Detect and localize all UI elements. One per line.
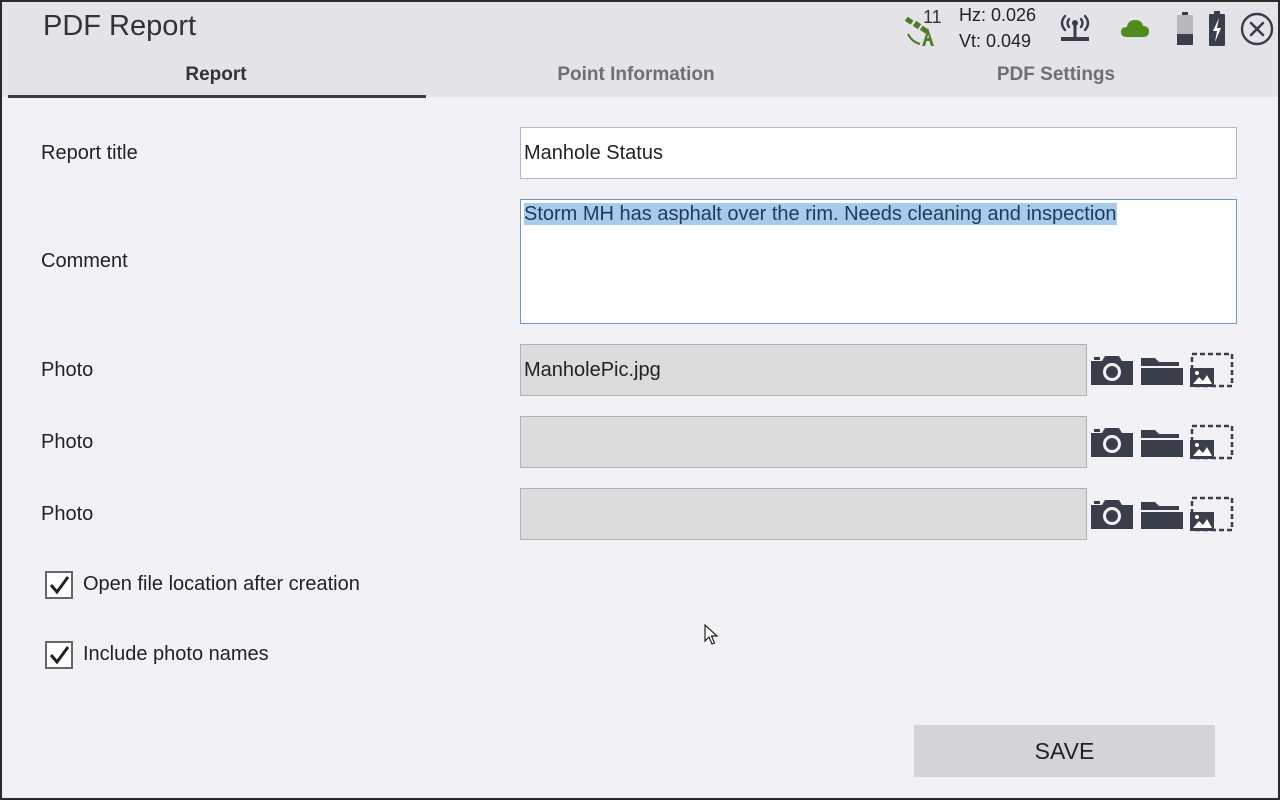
window-frame [0, 0, 1280, 800]
camera-icon[interactable] [1089, 496, 1135, 532]
comment-label: Comment [41, 250, 128, 272]
tab-point-information[interactable]: Point Information [426, 62, 846, 99]
photo-field-1[interactable]: ManholePic.jpg [520, 344, 1087, 396]
checkmark-icon [49, 646, 70, 665]
status-bar: 11 Hz: 0.026 Vt: 0.049 [2, 2, 1278, 62]
open-file-location-checkbox[interactable] [45, 571, 73, 599]
mouse-cursor-icon [704, 624, 719, 645]
checkmark-icon [49, 576, 70, 595]
photo-label-2: Photo [41, 431, 94, 453]
tab-pdf-settings[interactable]: PDF Settings [846, 62, 1266, 99]
photo-label-3: Photo [41, 503, 94, 525]
folder-icon[interactable] [1139, 496, 1185, 532]
satellite-count: 11 [923, 7, 942, 27]
comment-textarea[interactable]: Storm MH has asphalt over the rim. Needs… [520, 199, 1237, 324]
comment-selected-text: Storm MH has asphalt over the rim. Needs… [524, 203, 1117, 225]
radio-icon[interactable] [1056, 12, 1094, 46]
save-button[interactable]: SAVE [914, 725, 1215, 777]
camera-icon[interactable] [1089, 424, 1135, 460]
image-select-icon[interactable] [1189, 352, 1235, 388]
photo-label-1: Photo [41, 359, 94, 381]
vt-precision: Vt: 0.049 [959, 31, 1032, 51]
tab-report[interactable]: Report [6, 62, 426, 99]
folder-icon[interactable] [1139, 424, 1185, 460]
tab-bar: Report Point Information PDF Settings [4, 62, 1280, 99]
close-icon[interactable] [1240, 12, 1274, 46]
report-title-label: Report title [41, 142, 138, 164]
folder-icon[interactable] [1139, 352, 1185, 388]
include-photo-names-label[interactable]: Include photo names [83, 643, 269, 666]
cloud-icon[interactable] [1120, 18, 1150, 38]
hz-precision: Hz: 0.026 [959, 5, 1037, 25]
image-select-icon[interactable] [1189, 496, 1235, 532]
photo-field-2[interactable] [520, 416, 1087, 468]
photo-field-3[interactable] [520, 488, 1087, 540]
open-file-location-label[interactable]: Open file location after creation [83, 573, 360, 596]
battery-charging-icon[interactable] [1208, 11, 1226, 47]
camera-icon[interactable] [1089, 352, 1135, 388]
image-select-icon[interactable] [1189, 424, 1235, 460]
header: PDF Report 11 Hz: 0.026 Vt: 0.049 Report… [2, 2, 1280, 99]
include-photo-names-checkbox[interactable] [45, 641, 73, 669]
battery-icon[interactable] [1176, 12, 1194, 46]
report-title-input[interactable] [520, 127, 1237, 179]
